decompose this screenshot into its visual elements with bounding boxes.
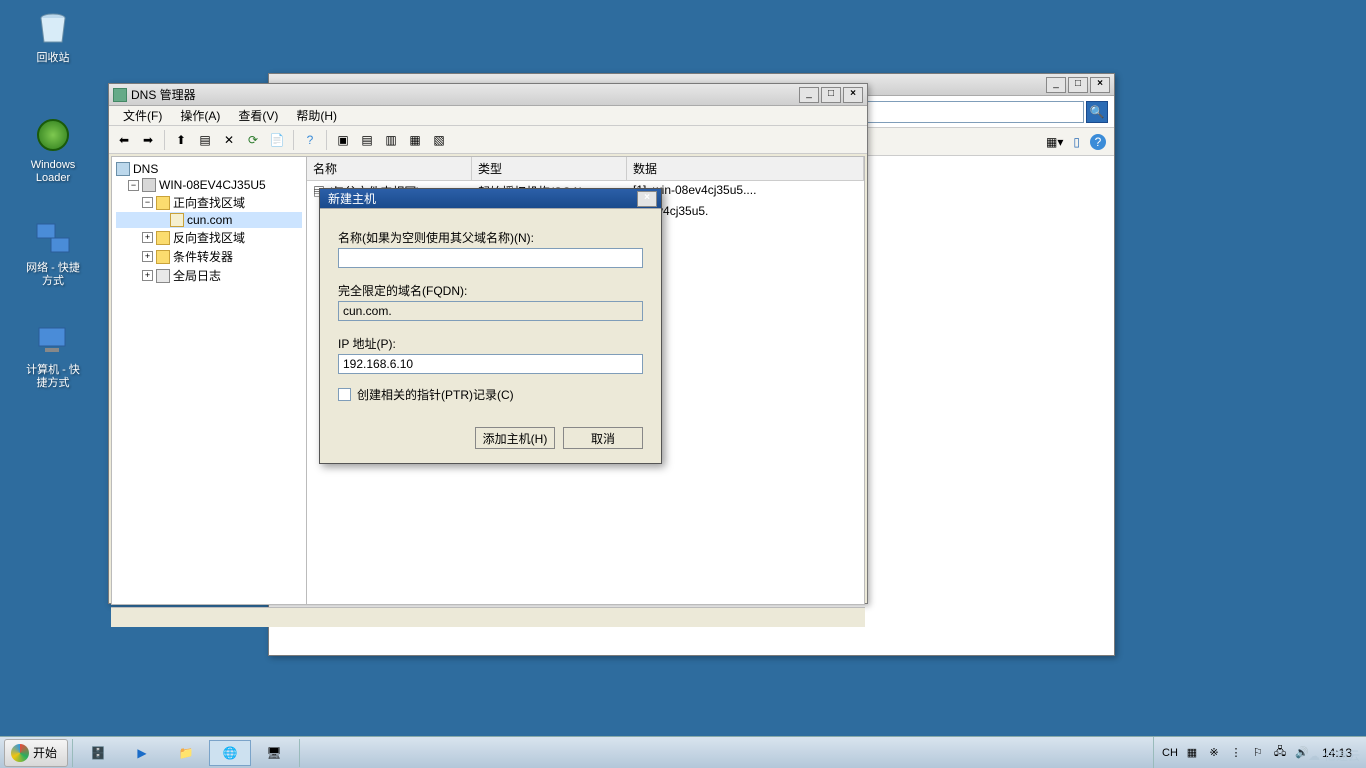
delete-button[interactable]: ✕ xyxy=(218,129,240,151)
tool-icon[interactable]: ▦ xyxy=(404,129,426,151)
close-button[interactable]: × xyxy=(843,87,863,103)
computer-icon xyxy=(33,320,73,360)
tray-icon[interactable]: ▦ xyxy=(1184,745,1200,761)
taskbar[interactable]: 开始 🗄️ ▶ 📁 🌐 🖥 CH ▦ ※ ⋮ ⚐ 🖧 🔊 14:13 xyxy=(0,736,1366,768)
minimize-button[interactable]: _ xyxy=(799,87,819,103)
name-label: 名称(如果为空则使用其父域名称)(N): xyxy=(338,229,643,246)
menu-bar: 文件(F) 操作(A) 查看(V) 帮助(H) xyxy=(109,106,867,126)
tree-global-logs[interactable]: + 全局日志 xyxy=(116,266,302,285)
collapse-icon[interactable]: − xyxy=(128,180,139,191)
language-indicator[interactable]: CH xyxy=(1162,745,1178,761)
dialog-title: 新建主机 xyxy=(324,190,637,207)
desktop-icon-label: 计算机 - 快 捷方式 xyxy=(18,364,88,390)
desktop-icon-recycle-bin[interactable]: 回收站 xyxy=(18,8,88,65)
tree-server-node[interactable]: − WIN-08EV4CJ35U5 xyxy=(116,177,302,193)
desktop-icon-label: 回收站 xyxy=(18,52,88,65)
tree-forward-zones[interactable]: − 正向查找区域 xyxy=(116,193,302,212)
taskbar-network[interactable]: 🌐 xyxy=(209,740,251,766)
menu-action[interactable]: 操作(A) xyxy=(172,105,228,126)
tool-icon[interactable]: ▤ xyxy=(356,129,378,151)
menu-file[interactable]: 文件(F) xyxy=(115,105,170,126)
ptr-checkbox[interactable] xyxy=(338,388,351,401)
dialog-titlebar[interactable]: 新建主机 × xyxy=(320,189,661,209)
show-hide-tree-button[interactable]: ▤ xyxy=(194,129,216,151)
start-button[interactable]: 开始 xyxy=(4,739,68,767)
column-type[interactable]: 类型 xyxy=(472,157,627,180)
folder-icon xyxy=(156,250,170,264)
titlebar[interactable]: DNS 管理器 _ □ × xyxy=(109,84,867,106)
name-input[interactable] xyxy=(338,248,643,268)
ip-input[interactable] xyxy=(338,354,643,374)
collapse-icon[interactable]: − xyxy=(142,197,153,208)
expand-icon[interactable]: + xyxy=(142,232,153,243)
help-icon[interactable]: ? xyxy=(1090,134,1106,150)
tree-reverse-zones[interactable]: + 反向查找区域 xyxy=(116,228,302,247)
status-bar xyxy=(111,607,865,627)
folder-icon xyxy=(156,196,170,210)
taskbar-powershell[interactable]: ▶ xyxy=(121,740,163,766)
folder-icon xyxy=(156,231,170,245)
taskbar-dns[interactable]: 🖥 xyxy=(253,740,295,766)
maximize-button[interactable]: □ xyxy=(1068,77,1088,93)
window-title: DNS 管理器 xyxy=(127,86,799,103)
add-host-button[interactable]: 添加主机(H) xyxy=(475,427,555,449)
network-icon xyxy=(33,218,73,258)
taskbar-server-manager[interactable]: 🗄️ xyxy=(77,740,119,766)
close-button[interactable]: × xyxy=(1090,77,1110,93)
menu-help[interactable]: 帮助(H) xyxy=(288,105,345,126)
taskbar-explorer[interactable]: 📁 xyxy=(165,740,207,766)
desktop-icon-label: Windows Loader xyxy=(18,159,88,185)
minimize-button[interactable]: _ xyxy=(1046,77,1066,93)
refresh-button[interactable]: ⟳ xyxy=(242,129,264,151)
new-host-dialog[interactable]: 新建主机 × 名称(如果为空则使用其父域名称)(N): 完全限定的域名(FQDN… xyxy=(319,188,662,464)
tray-icon[interactable]: ※ xyxy=(1206,745,1222,761)
toolbar: ⬅ ➡ ⬆ ▤ ✕ ⟳ 📄 ? ▣ ▤ ▥ ▦ ▧ xyxy=(109,126,867,154)
help-button[interactable]: ? xyxy=(299,129,321,151)
preview-pane-icon[interactable]: ▯ xyxy=(1073,135,1080,149)
tray-flag-icon[interactable]: ⚐ xyxy=(1250,745,1266,761)
desktop-icon-network[interactable]: 网络 - 快捷 方式 xyxy=(18,218,88,288)
column-name[interactable]: 名称 xyxy=(307,157,472,180)
tree-pane[interactable]: DNS − WIN-08EV4CJ35U5 − 正向查找区域 cun.com +… xyxy=(112,157,307,604)
fqdn-label: 完全限定的域名(FQDN): xyxy=(338,282,643,299)
dns-icon xyxy=(113,88,127,102)
back-button[interactable]: ⬅ xyxy=(113,129,135,151)
quick-launch: 🗄️ ▶ 📁 🌐 🖥 xyxy=(72,739,300,767)
tray-volume-icon[interactable]: 🔊 xyxy=(1294,745,1310,761)
desktop-icon-windows-loader[interactable]: Windows Loader xyxy=(18,115,88,185)
close-button[interactable]: × xyxy=(637,191,657,207)
search-button[interactable]: 🔍 xyxy=(1086,101,1108,123)
forward-button[interactable]: ➡ xyxy=(137,129,159,151)
cancel-button[interactable]: 取消 xyxy=(563,427,643,449)
tool-icon[interactable]: ▥ xyxy=(380,129,402,151)
windows-orb-icon xyxy=(11,744,29,762)
clock[interactable]: 14:13 xyxy=(1316,746,1358,760)
system-tray: CH ▦ ※ ⋮ ⚐ 🖧 🔊 14:13 xyxy=(1153,737,1366,768)
menu-view[interactable]: 查看(V) xyxy=(230,105,286,126)
export-button[interactable]: 📄 xyxy=(266,129,288,151)
tool-icon[interactable]: ▣ xyxy=(332,129,354,151)
tree-root-dns[interactable]: DNS xyxy=(116,161,302,177)
ptr-label: 创建相关的指针(PTR)记录(C) xyxy=(357,386,514,403)
desktop-icon-computer[interactable]: 计算机 - 快 捷方式 xyxy=(18,320,88,390)
recycle-bin-icon xyxy=(33,8,73,48)
tree-conditional-forwarders[interactable]: + 条件转发器 xyxy=(116,247,302,266)
column-data[interactable]: 数据 xyxy=(627,157,864,180)
up-button[interactable]: ⬆ xyxy=(170,129,192,151)
expand-icon[interactable]: + xyxy=(142,270,153,281)
view-options-icon[interactable]: ▦▾ xyxy=(1046,135,1063,149)
expand-icon[interactable]: + xyxy=(142,251,153,262)
tray-network-icon[interactable]: 🖧 xyxy=(1272,745,1288,761)
windows-orb-icon xyxy=(33,115,73,155)
tool-icon[interactable]: ▧ xyxy=(428,129,450,151)
list-header: 名称 类型 数据 xyxy=(307,157,864,181)
ip-label: IP 地址(P): xyxy=(338,335,643,352)
fqdn-input xyxy=(338,301,643,321)
tray-icon[interactable]: ⋮ xyxy=(1228,745,1244,761)
maximize-button[interactable]: □ xyxy=(821,87,841,103)
desktop-icon-label: 网络 - 快捷 方式 xyxy=(18,262,88,288)
tree-zone-cun-com[interactable]: cun.com xyxy=(116,212,302,228)
